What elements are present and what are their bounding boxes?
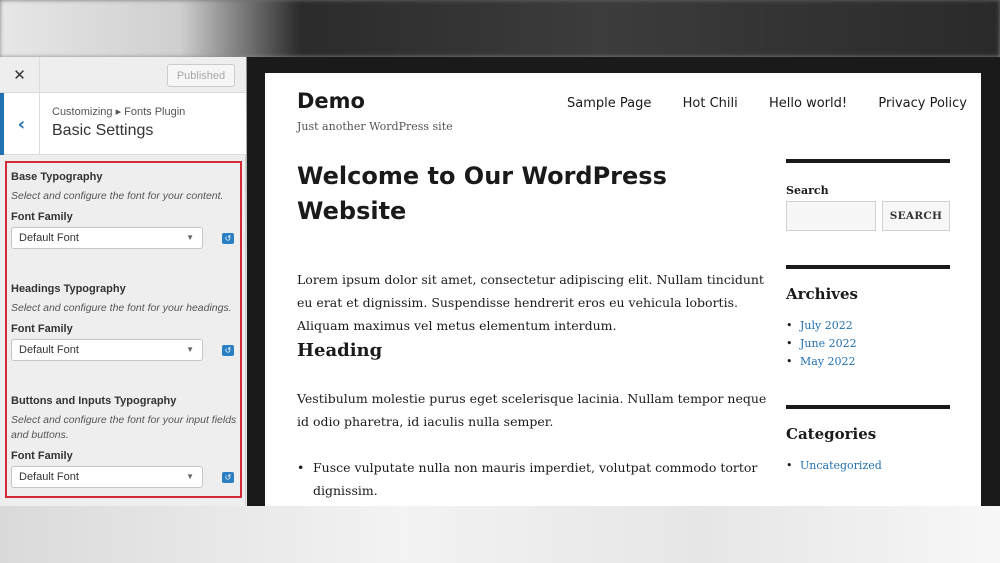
archive-link-may-2022[interactable]: May 2022: [786, 353, 950, 371]
post-title: Welcome to Our WordPress Website: [297, 162, 667, 225]
customizer-header: ✕ Published: [0, 57, 246, 93]
post-paragraph: Vestibulum molestie purus eget scelerisq…: [297, 391, 767, 429]
section-title: Basic Settings: [52, 122, 154, 139]
base-typography-group: Base Typography Select and configure the…: [11, 171, 237, 249]
group-description: Select and configure the font for your i…: [11, 414, 237, 441]
group-title: Base Typography: [11, 171, 103, 183]
published-button[interactable]: Published: [167, 64, 235, 87]
list-item: Fusce vulputate nulla non mauris imperdi…: [297, 456, 767, 502]
headings-typography-group: Headings Typography Select and configure…: [11, 283, 237, 361]
select-value: Default Font: [19, 471, 79, 483]
widget-divider: [786, 265, 950, 269]
customizer-panel: ✕ Published ‹ Customizing ▸ Fonts Plugin…: [0, 57, 246, 506]
reset-icon[interactable]: ↺: [222, 345, 234, 356]
nav-item-hot-chili[interactable]: Hot Chili: [683, 96, 738, 111]
font-family-label: Font Family: [11, 211, 73, 223]
nav-item-sample-page[interactable]: Sample Page: [567, 96, 651, 111]
buttons-font-family-select[interactable]: Default Font ▼: [11, 466, 203, 488]
site-title[interactable]: Demo: [297, 89, 365, 113]
search-widget: SEARCH: [786, 201, 950, 231]
widget-divider: [786, 159, 950, 163]
font-family-row: Default Font ▼ ↺: [11, 339, 237, 361]
widget-divider: [786, 405, 950, 409]
reset-icon[interactable]: ↺: [222, 472, 234, 483]
headings-font-family-select[interactable]: Default Font ▼: [11, 339, 203, 361]
background-top: [0, 0, 1000, 57]
search-widget-title: Search: [786, 184, 829, 197]
primary-nav: Sample Page Hot Chili Hello world! Priva…: [567, 96, 967, 111]
post-paragraph: Lorem ipsum dolor sit amet, consectetur …: [297, 272, 764, 333]
site-tagline: Just another WordPress site: [297, 120, 453, 133]
font-family-row: Default Font ▼ ↺: [11, 227, 237, 249]
chevron-down-icon: ▼: [186, 472, 194, 481]
archives-widget-title: Archives: [786, 285, 858, 303]
font-family-row: Default Font ▼ ↺: [11, 466, 237, 488]
categories-list: Uncategorized: [786, 457, 950, 475]
category-link-uncategorized[interactable]: Uncategorized: [786, 457, 950, 475]
font-family-label: Font Family: [11, 450, 73, 462]
font-family-label: Font Family: [11, 323, 73, 335]
chevron-down-icon: ▼: [186, 233, 194, 242]
reset-icon[interactable]: ↺: [222, 233, 234, 244]
background-bottom: [0, 506, 1000, 563]
base-font-family-select[interactable]: Default Font ▼: [11, 227, 203, 249]
typography-controls: Base Typography Select and configure the…: [5, 161, 242, 498]
chevron-down-icon: ▼: [186, 345, 194, 354]
group-title: Buttons and Inputs Typography: [11, 395, 177, 407]
select-value: Default Font: [19, 232, 79, 244]
group-description: Select and configure the font for your c…: [11, 190, 224, 202]
categories-widget-title: Categories: [786, 425, 877, 443]
buttons-inputs-typography-group: Buttons and Inputs Typography Select and…: [11, 395, 237, 488]
group-title: Headings Typography: [11, 283, 126, 295]
select-value: Default Font: [19, 344, 79, 356]
archive-link-july-2022[interactable]: July 2022: [786, 317, 950, 335]
nav-item-hello-world[interactable]: Hello world!: [769, 96, 847, 111]
close-icon[interactable]: ✕: [0, 57, 40, 93]
search-button[interactable]: SEARCH: [882, 201, 950, 231]
archive-link-june-2022[interactable]: June 2022: [786, 335, 950, 353]
back-chevron-icon[interactable]: ‹: [0, 93, 40, 155]
search-input[interactable]: [786, 201, 876, 231]
section-header: ‹ Customizing ▸ Fonts Plugin Basic Setti…: [0, 93, 246, 155]
site-preview-frame: Demo Just another WordPress site Sample …: [247, 57, 1000, 506]
post-bullet-list: Fusce vulputate nulla non mauris imperdi…: [297, 456, 767, 502]
site-preview: Demo Just another WordPress site Sample …: [265, 73, 981, 506]
archives-list: July 2022 June 2022 May 2022: [786, 317, 950, 371]
post-heading: Heading: [297, 340, 383, 361]
group-description: Select and configure the font for your h…: [11, 302, 232, 314]
nav-item-privacy-policy[interactable]: Privacy Policy: [878, 96, 967, 111]
breadcrumb: Customizing ▸ Fonts Plugin: [52, 106, 186, 118]
site-sidebar: Search SEARCH Archives July 2022 June 20…: [786, 159, 950, 475]
